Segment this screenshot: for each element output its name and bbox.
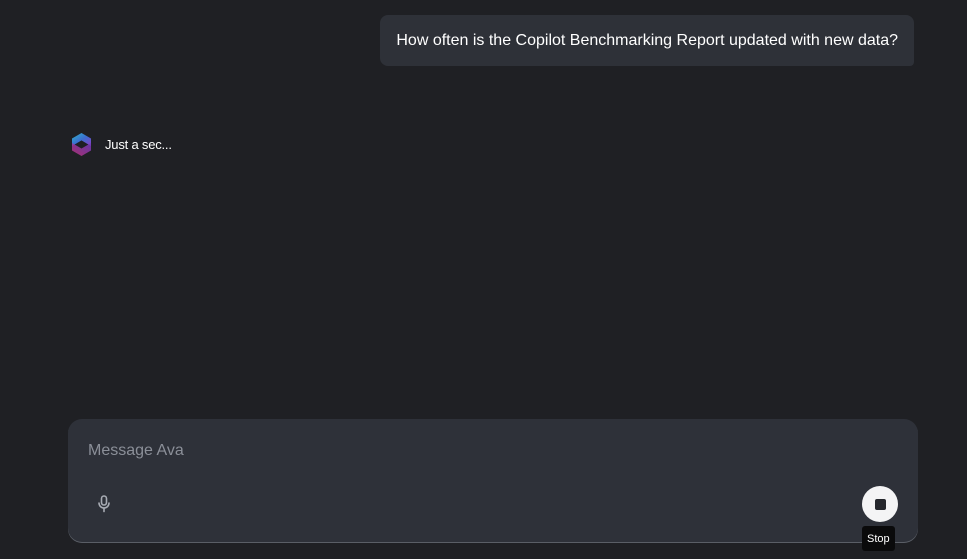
microphone-icon[interactable] — [93, 493, 115, 515]
stop-icon — [874, 498, 886, 510]
ava-logo-icon — [70, 132, 93, 157]
message-input[interactable] — [88, 439, 848, 463]
stop-tooltip: Stop — [862, 526, 895, 551]
message-composer — [68, 419, 918, 543]
user-message-bubble: How often is the Copilot Benchmarking Re… — [380, 15, 914, 66]
chat-page: How often is the Copilot Benchmarking Re… — [0, 0, 967, 559]
assistant-message: Just a sec... — [70, 132, 172, 157]
stop-button[interactable] — [862, 486, 898, 522]
stop-tooltip-text: Stop — [867, 532, 890, 545]
user-message-text: How often is the Copilot Benchmarking Re… — [396, 31, 898, 49]
assistant-status-text: Just a sec... — [105, 137, 172, 152]
